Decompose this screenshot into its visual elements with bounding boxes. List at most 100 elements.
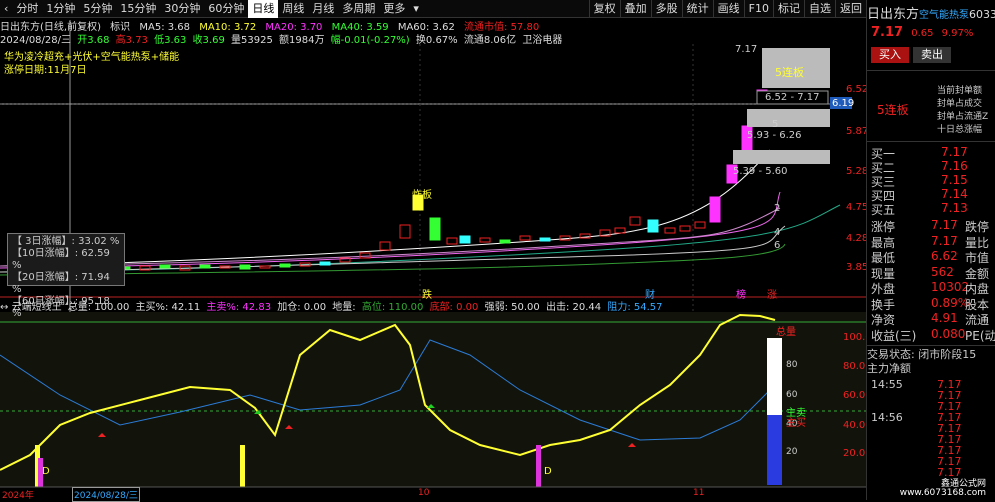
tick-row: 7.17 [867,466,995,479]
bid-price: 7.16 [941,159,968,173]
lianban-label: 5连板 [877,103,909,117]
stat-label: 净资 [871,313,896,327]
volume: 量53925 [231,35,273,46]
stat-label: 最低 [871,251,896,265]
ma-num-2: 2 [774,203,781,214]
stat-row: 最低 6.62 市值 [867,249,995,266]
turnover: 换0.67% [415,35,458,46]
stat-label2: 量比 [965,235,990,250]
buy-button[interactable]: 买入 [871,47,909,63]
quote-panel: 日出东方空气能热泵6033 7.17 0.65 9.97% 买入 卖出 5连板 … [866,0,995,500]
amount: 额1984万 [279,35,325,46]
seal-info-0: 当前封单额 [937,86,983,96]
back-button[interactable]: 返回 [835,0,866,18]
legend-total: 总量 [776,327,796,338]
stat-row: 最高 7.17 量比 [867,234,995,251]
period-tab-8[interactable]: 月线 [308,0,338,18]
period-tab-0[interactable]: 分时 [12,0,42,18]
box-label-2: 5.93 - 6.26 [747,130,802,141]
tick-price: 7.17 [937,466,962,479]
low: 低3.63 [154,35,187,46]
stat-label: 收益(三) [871,328,917,343]
seal-info-1: 封单占成交 [937,99,983,109]
stat-label: 最高 [871,235,896,250]
overlay-button[interactable]: 叠加 [619,0,651,18]
popup-row-1: 【10日涨幅】: 62.59 % [12,248,120,272]
stat-label2: 股本 [965,297,990,312]
stat-value: 0.080 [931,326,966,341]
bid-price: 7.17 [941,145,968,159]
bar-axis-1: 60 [786,390,798,400]
period-tab-1[interactable]: 1分钟 [42,0,79,18]
ind-total: 总量: 100.00 [67,302,130,313]
stat-row: 外盘 10302 内盘 [867,280,995,297]
stat-value: 0.89% [931,295,970,310]
toolbar-collapse-icon[interactable]: ‹ [0,0,12,18]
ind-collapse-icon[interactable]: ↔ [0,302,8,313]
open: 开3.68 [77,35,110,46]
stats-button[interactable]: 统计 [681,0,713,18]
price-axis-3: 5.28 [846,166,869,177]
seal-box: 5连板 当前封单额 封单占成交 封单占流通Z 十日总涨幅 [867,70,995,142]
bar-axis-3: 20 [786,447,798,457]
main-net-label: 主力净额 [867,362,911,375]
bid-price: 7.15 [941,173,968,187]
stat-label2: 跌停 [965,220,990,234]
candle [429,217,441,241]
box-top-price: 7.17 [735,44,758,55]
ma-num-5: 5 [772,119,779,130]
ind-exit: 出击: 20.44 [545,302,602,313]
seal-info-2: 封单占流通Z [937,112,989,122]
note-zhaban: 炸板 [412,190,432,201]
restore-button[interactable]: 复权 [588,0,620,18]
candle [499,239,511,244]
popup-row-2: 【20日涨幅】: 71.94 % [12,272,120,296]
stat-label: 外盘 [871,282,896,296]
ind-resist: 阻力: 54.57 [607,302,663,313]
draw-button[interactable]: 画线 [712,0,744,18]
period-tab-9[interactable]: 多周期 [338,0,379,18]
more-dropdown-icon[interactable]: ▾ [409,0,423,18]
multi-stock-button[interactable]: 多股 [650,0,682,18]
stock-concept: 空气能热泵 [919,10,970,21]
watchlist-button[interactable]: 自选 [804,0,835,18]
period-tab-7[interactable]: 周线 [278,0,308,18]
xaxis-11: 11 [693,488,705,498]
stat-label: 涨停 [871,220,896,234]
stat-row: 现量 562 金额 [867,265,995,282]
stat-row: 涨停 7.17 跌停 [867,218,995,235]
gain-popup: 【 3日涨幅】: 33.02 % 【10日涨幅】: 62.59 % 【20日涨幅… [7,233,125,319]
sell-button[interactable]: 卖出 [913,47,951,63]
change: 幅-0.01(-0.27%) [330,35,410,46]
ind-high-pos: 高位: 110.00 [361,302,424,313]
indicator-header: ↔ 云端短线王 总量: 100.00 主买%: 42.11 主卖%: 42.83… [0,298,866,313]
box-5lianban: 5连板 [775,66,804,79]
watermark-url: www.6073168.com [899,488,986,498]
period-tab-6[interactable]: 日线 [248,0,279,18]
stat-label2: 金额 [965,266,990,281]
period-tab-2[interactable]: 5分钟 [79,0,116,18]
bid-price: 7.13 [941,201,968,215]
stock-code: 6033 [969,8,995,21]
ind-ground: 地量: [332,302,356,313]
stock-chg: 0.65 [911,28,934,39]
stat-value: 562 [931,264,954,279]
indicator-name[interactable]: 云端短线王 [12,302,62,313]
f10-button[interactable]: F10 [743,0,773,18]
stat-label2: 市值 [965,251,990,265]
stat-value: 7.17 [931,218,958,232]
ind-add: 加仓: 0.00 [277,302,327,313]
period-tab-4[interactable]: 30分钟 [160,0,204,18]
period-tab-10[interactable]: 更多 [379,0,409,18]
trade-buttons: 买入 卖出 [867,47,995,65]
seal-info-3: 十日总涨幅 [937,125,983,135]
stat-row: 收益(三) 0.080 PE(动 [867,327,995,344]
mark-button[interactable]: 标记 [773,0,804,18]
ma-num-6: 6 [774,240,781,251]
stat-value: 4.91 [931,311,958,325]
candle [709,196,721,223]
period-tab-5[interactable]: 60分钟 [204,0,248,18]
period-tab-3[interactable]: 15分钟 [116,0,160,18]
stat-value: 6.62 [931,249,958,263]
stat-row: 换手 0.89% 股本 [867,296,995,313]
